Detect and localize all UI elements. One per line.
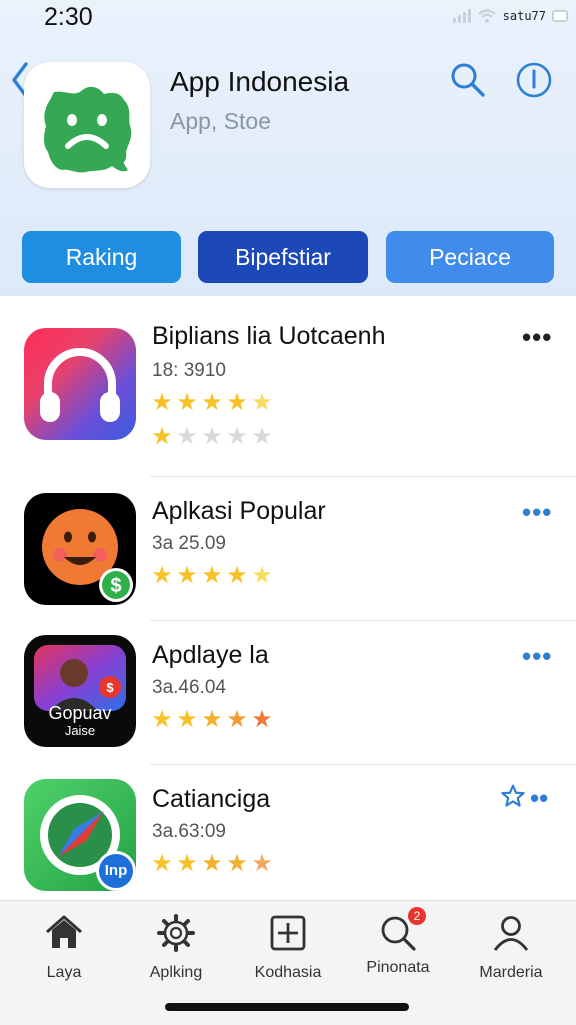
plus-box-icon bbox=[270, 915, 306, 951]
icon-badge-text: Inp bbox=[104, 862, 128, 879]
app-meta: 3a.46.04 bbox=[152, 677, 226, 698]
more-options-icon[interactable]: ••• bbox=[522, 641, 552, 672]
search-tab-icon-wrap: 2 bbox=[378, 907, 426, 953]
app-title: Apdlaye la bbox=[152, 641, 269, 669]
rating-stars: ★ ★ ★ ★ ★ bbox=[151, 389, 273, 416]
gear-icon bbox=[157, 914, 195, 952]
video-player-app-icon: $ Gopuav Jaise bbox=[24, 635, 136, 747]
tab-raking[interactable]: Raking bbox=[22, 231, 181, 283]
icon-caption-1: Gopuav bbox=[48, 703, 112, 723]
tab-item-laya[interactable]: Laya bbox=[9, 913, 119, 982]
tab-item-aplking[interactable]: Aplking bbox=[121, 913, 231, 982]
list-item[interactable]: Biplians lia Uotcaenh 18: 3910 ★ ★ ★ ★ ★ ★ ★ ★… bbox=[0, 296, 576, 476]
icon-caption-2: Jaise bbox=[64, 723, 96, 738]
tab-label: Kodhasia bbox=[254, 964, 322, 981]
star-outline-icon[interactable] bbox=[500, 783, 526, 809]
more-options-icon[interactable]: ••• bbox=[522, 322, 552, 353]
svg-text:$: $ bbox=[110, 575, 121, 597]
tab-item-pinonata[interactable]: 2 Pinonata bbox=[343, 907, 453, 977]
tab-item-kodhasia[interactable]: Kodhasia bbox=[233, 913, 343, 982]
app-title: Biplians lia Uotcaenh bbox=[152, 322, 386, 350]
page-subtitle: App, Stoe bbox=[170, 108, 272, 134]
svg-text:$: $ bbox=[106, 680, 114, 695]
status-time: 2:30 bbox=[44, 3, 93, 31]
info-icon[interactable] bbox=[514, 60, 554, 100]
app-meta: 18: 3910 bbox=[152, 360, 226, 381]
rating-stars: ★ ★ ★ ★ ★ bbox=[151, 850, 273, 877]
signal-icon bbox=[452, 9, 471, 23]
tab-label: Laya bbox=[46, 964, 82, 981]
rating-stars-secondary: ★ ★ ★ ★ ★ bbox=[151, 423, 273, 450]
tab-label: Aplking bbox=[149, 964, 203, 981]
carrier-label: satu77 bbox=[502, 9, 546, 23]
tab-peciace[interactable]: Peciace bbox=[386, 231, 554, 283]
app-meta: 3a 25.09 bbox=[152, 533, 226, 554]
person-icon bbox=[493, 916, 529, 951]
rating-stars: ★ ★ ★ ★ ★ bbox=[151, 706, 273, 733]
home-icon bbox=[46, 915, 82, 948]
battery-icon bbox=[552, 10, 568, 22]
app-title: Aplkasi Popular bbox=[152, 497, 326, 525]
more-options-icon[interactable]: •• bbox=[530, 783, 548, 814]
list-item[interactable]: $ Aplkasi Popular 3a 25.09 ★ ★ ★ ★ ★ ••• bbox=[0, 477, 576, 619]
rating-stars: ★ ★ ★ ★ ★ bbox=[151, 562, 273, 589]
sad-blob-icon bbox=[44, 86, 132, 173]
tab-item-marderia[interactable]: Marderia bbox=[456, 913, 566, 982]
list-item[interactable]: Inp Catianciga 3a.63:09 ★ ★ ★ ★ ★ •• bbox=[0, 765, 576, 896]
smiley-face-icon: $ bbox=[42, 509, 133, 602]
emoji-app-icon: $ bbox=[24, 493, 136, 605]
app-meta: 3a.63:09 bbox=[152, 821, 226, 842]
headphones-icon bbox=[40, 348, 120, 422]
list-item[interactable]: $ Gopuav Jaise Apdlaye la 3a.46.04 ★ ★ ★ ★ ★… bbox=[0, 621, 576, 763]
app-title: Catianciga bbox=[152, 785, 271, 813]
tab-label: Pinonata bbox=[366, 959, 430, 976]
tab-label: Marderia bbox=[479, 964, 543, 981]
status-icons: satu77 bbox=[452, 8, 568, 24]
more-options-icon[interactable]: ••• bbox=[522, 497, 552, 528]
wifi-icon bbox=[477, 9, 496, 23]
home-indicator[interactable] bbox=[165, 1003, 409, 1011]
compass-app-icon: Inp bbox=[24, 779, 136, 891]
notification-badge: 2 bbox=[408, 907, 426, 925]
tab-bipefstiar[interactable]: Bipefstiar bbox=[198, 231, 368, 283]
page-title: App Indonesia bbox=[170, 66, 350, 97]
headphones-app-icon bbox=[24, 328, 136, 440]
status-bar: 2:30 satu77 bbox=[0, 0, 576, 40]
app-icon bbox=[24, 62, 150, 188]
search-icon[interactable] bbox=[448, 60, 488, 100]
